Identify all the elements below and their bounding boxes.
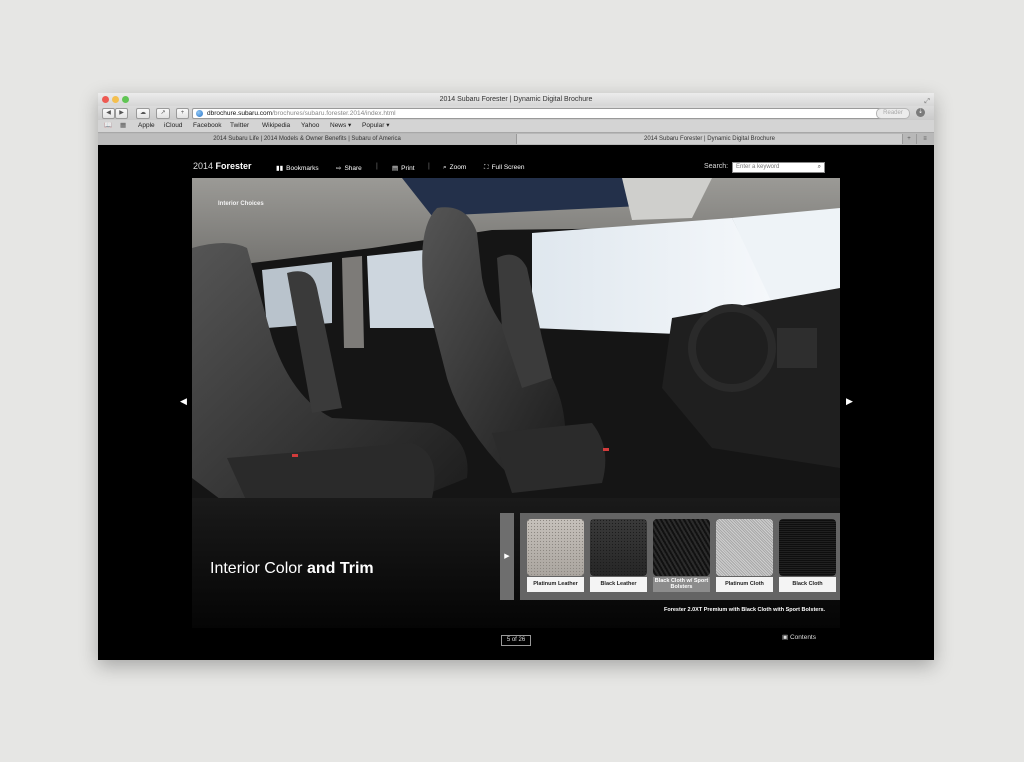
swatch-panel-toggle-arrow-icon[interactable]: ▶ [500,513,514,600]
print-nav-button[interactable]: ▤ Print [392,164,415,172]
window-controls [102,96,129,103]
brochure-brand: 2014 Forester [193,161,252,171]
swatch-label: Black Cloth [779,577,836,592]
swatch-label: Black Cloth w/ Sport Bolsters [653,577,710,592]
swatch-texture [590,519,647,576]
bookmarks-bar: 📖 ▦ Apple iCloud Facebook Twitter Wikipe… [98,120,934,133]
tab-forester-brochure[interactable]: 2014 Subaru Forester | Dynamic Digital B… [517,134,903,144]
search-icon[interactable]: ⌕ [818,163,821,172]
contents-icon: ▣ [782,634,789,641]
swatch-label: Platinum Leather [527,577,584,592]
previous-page-arrow-icon[interactable]: ◀ [180,396,187,407]
fullscreen-nav-label: Full Screen [491,164,525,171]
swatch-black-leather[interactable]: Black Leather [590,519,647,593]
top-sites-icon[interactable]: ▦ [120,120,126,132]
swatch-black-cloth[interactable]: Black Cloth [779,519,836,593]
search-input[interactable]: Enter a keyword ⌕ [732,162,825,173]
bookmark-facebook[interactable]: Facebook [193,120,222,132]
bookmarks-nav-button[interactable]: ▮▮ Bookmarks [276,164,319,172]
zoom-window-button[interactable] [122,96,129,103]
reading-list-icon[interactable]: 📖 [104,120,112,132]
nav-divider: | [376,163,378,170]
downloads-icon[interactable]: ⇣ [916,108,925,117]
bookmarks-nav-label: Bookmarks [286,165,319,172]
zoom-nav-button[interactable]: ⌕ Zoom [443,164,466,172]
swatch-texture [653,519,710,576]
share-nav-label: Share [344,165,362,172]
add-tab-icon[interactable]: + [902,134,917,144]
zoom-nav-label: Zoom [449,164,467,171]
window-title: 2014 Subaru Forester | Dynamic Digital B… [439,96,593,103]
swatch-texture [527,519,584,576]
swatch-platinum-leather[interactable]: Platinum Leather [527,519,584,593]
photo-caption: Forester 2.0XT Premium with Black Cloth … [664,607,826,613]
reader-button[interactable]: Reader [876,108,910,119]
magnifier-icon: ⌕ [443,164,447,171]
forward-button[interactable]: ▶ [115,108,128,119]
bookmark-news-menu[interactable]: News ▾ [330,120,351,132]
tab-bar: 2014 Subaru Life | 2014 Models & Owner B… [98,133,934,145]
contents-button[interactable]: ▣ Contents [782,633,816,641]
swatch-black-cloth-sport-bolsters[interactable]: Black Cloth w/ Sport Bolsters [653,519,710,593]
brochure-nav: 2014 Forester ▮▮ Bookmarks ⇨ Share | ▤ Prin… [98,145,934,178]
page-headline: Interior Color and Trim [210,560,374,578]
swatch-texture [779,519,836,576]
share-icon[interactable]: ↗ [156,108,170,119]
contents-label: Contents [789,634,816,641]
next-page-arrow-icon[interactable]: ▶ [846,396,853,407]
search-label: Search: [704,163,729,170]
address-path: /brochures/subaru.forester.2014/index.ht… [272,110,396,117]
swatch-platinum-cloth[interactable]: Platinum Cloth [716,519,773,593]
bookmark-apple[interactable]: Apple [138,120,155,132]
browser-window: 2014 Subaru Forester | Dynamic Digital B… [98,93,934,660]
brand-model: Forester [215,161,252,171]
bookmark-wikipedia[interactable]: Wikipedia [262,120,290,132]
close-window-button[interactable] [102,96,109,103]
print-nav-label: Print [401,165,415,172]
search-placeholder: Enter a keyword [736,164,780,170]
tab-overview-icon[interactable]: ≡ [918,134,932,144]
address-host: dbrochure.subaru.com [207,110,273,117]
new-tab-plus-icon[interactable]: + [176,108,189,119]
swatch-texture [716,519,773,576]
tab-subaru-life[interactable]: 2014 Subaru Life | 2014 Models & Owner B… [98,134,517,144]
title-bar: 2014 Subaru Forester | Dynamic Digital B… [98,93,934,106]
back-button[interactable]: ◀ [102,108,115,119]
headline-bold: and Trim [306,560,374,577]
fullscreen-nav-button[interactable]: ⛶ Full Screen [484,164,524,172]
brand-year: 2014 [193,161,214,171]
nav-divider: | [428,163,430,170]
bookmark-twitter[interactable]: Twitter [230,120,249,132]
trim-swatch-panel: Platinum Leather Black Leather Black Clo… [520,513,840,600]
browser-toolbar: ◀ ▶ ☁ ↗ + dbrochure.subaru.com/brochures… [98,106,934,120]
swatch-label: Black Leather [590,577,647,592]
page-indicator[interactable]: 5 of 26 [501,635,531,646]
minimize-window-button[interactable] [112,96,119,103]
bookmark-yahoo[interactable]: Yahoo [301,120,319,132]
brochure-page: Interior Choices Interior Color and Trim… [192,178,840,628]
share-nav-button[interactable]: ⇨ Share [336,164,362,172]
expand-icon: ⛶ [484,164,489,171]
address-bar[interactable]: dbrochure.subaru.com/brochures/subaru.fo… [192,108,888,119]
section-label: Interior Choices [218,201,264,207]
headline-light: Interior Color [210,560,303,577]
swatch-label: Platinum Cloth [716,577,773,592]
icloud-tabs-icon[interactable]: ☁ [136,108,150,119]
book-icon: ▮▮ [276,165,284,172]
site-globe-icon [196,110,203,117]
printer-icon: ▤ [392,165,399,172]
bookmark-popular-menu[interactable]: Popular ▾ [362,120,389,132]
bookmark-icloud[interactable]: iCloud [164,120,182,132]
share-truck-icon: ⇨ [336,165,342,172]
